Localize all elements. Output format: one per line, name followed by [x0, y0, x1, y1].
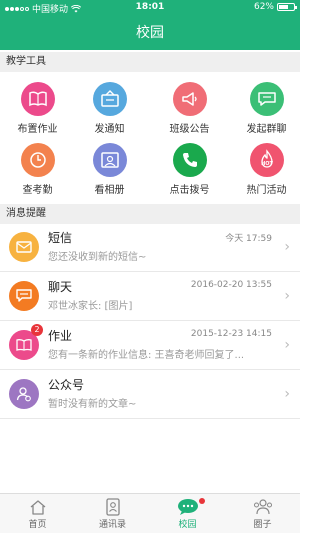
- tool-label: 发起群聊: [246, 124, 287, 135]
- chat-icon: [9, 281, 39, 311]
- campus-chat-icon: [150, 498, 225, 516]
- battery-percent: 62%: [253, 2, 274, 12]
- message-time: 2016-02-20 13:55: [190, 280, 272, 290]
- tool-view-album[interactable]: 看相册: [72, 143, 147, 203]
- tool-label: 发通知: [94, 124, 125, 135]
- tab-label: 首页: [28, 520, 47, 530]
- tool-label: 点击拨号: [169, 185, 210, 196]
- message-preview: 邓世冰家长: [图片]: [48, 301, 133, 312]
- tool-send-notice[interactable]: 发通知: [72, 82, 147, 142]
- message-time: 2015-12-23 14:15: [190, 329, 272, 339]
- megaphone-icon: [172, 82, 207, 116]
- message-preview: 您有一条新的作业信息: 王喜奇老师回复了...: [48, 350, 245, 361]
- tool-hot-activities[interactable]: HOT 热门活动: [229, 143, 304, 203]
- tab-campus[interactable]: 校园: [150, 494, 225, 533]
- tool-label: 班级公告: [169, 124, 210, 135]
- chevron-right-icon: ›: [284, 337, 290, 353]
- person-icon: [9, 379, 39, 409]
- battery-icon: [277, 3, 297, 11]
- unread-badge: 2: [31, 324, 43, 336]
- page-title: 校园: [136, 25, 164, 41]
- teaching-tools-header: 教学工具: [0, 52, 300, 72]
- message-title: 聊天: [48, 280, 73, 294]
- message-time: 今天 17:59: [225, 234, 272, 244]
- chevron-right-icon: ›: [284, 386, 290, 402]
- teaching-tools-grid: 布置作业 发通知 班级公告 发起群聊 查考勤 看相册 点击拨号 HOT 热门活动: [0, 73, 300, 203]
- message-item-official-account[interactable]: 公众号 暂时没有新的文章~ ›: [0, 371, 300, 419]
- tool-click-to-dial[interactable]: 点击拨号: [152, 143, 227, 203]
- tab-label: 校园: [178, 520, 197, 530]
- message-item-chat[interactable]: 聊天 2016-02-20 13:55 邓世冰家长: [图片] ›: [0, 273, 300, 321]
- message-preview: 暂时没有新的文章~: [48, 399, 137, 410]
- chevron-right-icon: ›: [284, 239, 290, 255]
- svg-text:HOT: HOT: [261, 161, 273, 167]
- tab-label: 通讯录: [98, 520, 126, 530]
- home-icon: [0, 498, 75, 516]
- tool-class-announcement[interactable]: 班级公告: [152, 82, 227, 142]
- tool-check-attendance[interactable]: 查考勤: [0, 143, 75, 203]
- chat-bubble-icon: [249, 82, 284, 116]
- tool-label: 看相册: [94, 185, 125, 196]
- book-icon: [20, 82, 55, 116]
- group-icon: [225, 498, 300, 516]
- message-title: 短信: [48, 231, 73, 245]
- hot-icon: HOT: [249, 143, 284, 177]
- tab-label: 圈子: [253, 520, 272, 530]
- contacts-icon: [75, 498, 150, 516]
- tool-label: 热门活动: [246, 185, 287, 196]
- status-right: 62%: [253, 2, 297, 12]
- phone-icon: [172, 143, 207, 177]
- notice-board-icon: [92, 82, 127, 116]
- tab-circle[interactable]: 圈子: [225, 494, 300, 533]
- tool-assign-homework[interactable]: 布置作业: [0, 82, 75, 142]
- messages-header: 消息提醒: [0, 204, 300, 224]
- tab-bar: 首页 通讯录 校园 圈子: [0, 493, 300, 533]
- tab-home[interactable]: 首页: [0, 494, 75, 533]
- tab-contacts[interactable]: 通讯录: [75, 494, 150, 533]
- status-bar: 中国移动 18:01 62%: [0, 0, 300, 16]
- nav-bar: 校园: [0, 16, 300, 50]
- tool-label: 查考勤: [22, 185, 53, 196]
- clock-icon: [20, 143, 55, 177]
- message-title: 公众号: [48, 378, 85, 392]
- message-preview: 您还没收到新的短信~: [48, 252, 147, 263]
- album-icon: [92, 143, 127, 177]
- message-item-sms[interactable]: 短信 今天 17:59 您还没收到新的短信~ ›: [0, 224, 300, 272]
- tool-label: 布置作业: [17, 124, 58, 135]
- message-item-homework[interactable]: 2 作业 2015-12-23 14:15 您有一条新的作业信息: 王喜奇老师回…: [0, 322, 300, 370]
- message-title: 作业: [48, 329, 73, 343]
- tool-start-group-chat[interactable]: 发起群聊: [229, 82, 304, 142]
- notification-dot: [199, 498, 205, 504]
- envelope-icon: [9, 232, 39, 262]
- chevron-right-icon: ›: [284, 288, 290, 304]
